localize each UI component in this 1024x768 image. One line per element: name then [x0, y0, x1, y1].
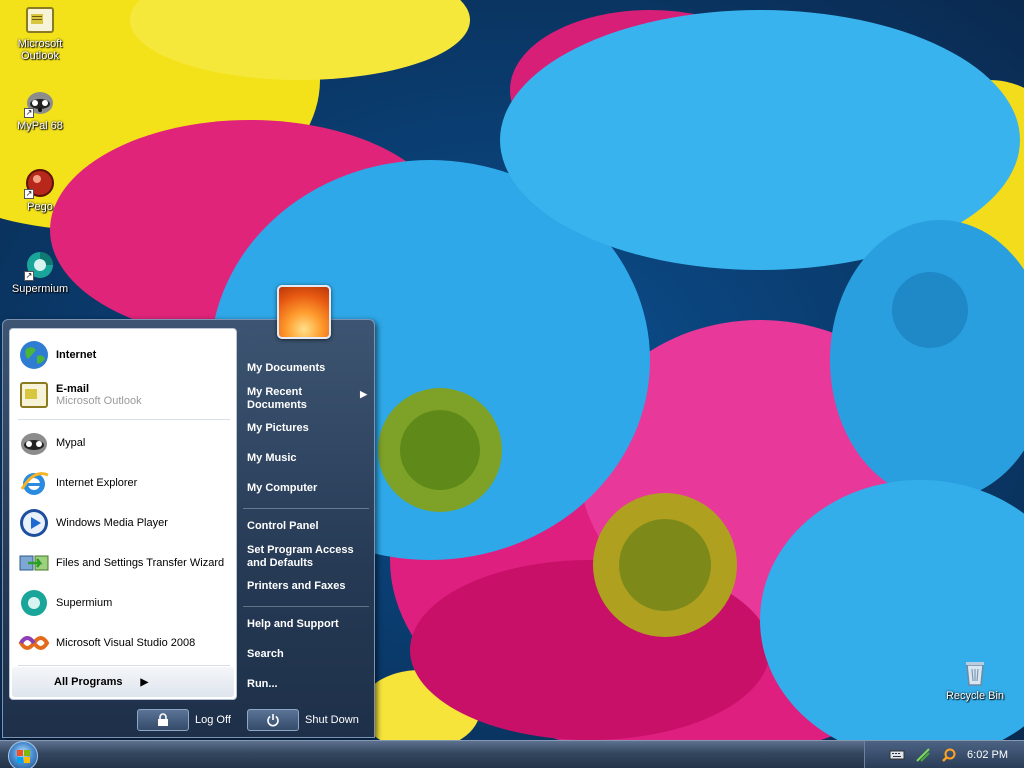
desktop-icon-label: Pego: [27, 201, 53, 213]
start-menu-programs-pane: Internet E-mail Microsoft Outlook Mypal …: [9, 328, 237, 700]
windows-logo-icon: [17, 750, 30, 763]
separator: [243, 508, 369, 509]
desktop-icon-label: MyPal 68: [17, 120, 63, 132]
start-item-transfer-wizard[interactable]: Files and Settings Transfer Wizard: [18, 545, 233, 581]
network-icon[interactable]: [915, 747, 931, 763]
start-right-label: Help and Support: [247, 618, 339, 630]
start-item-visual-studio[interactable]: Microsoft Visual Studio 2008: [18, 625, 233, 661]
arrow-right-icon: ▶: [140, 676, 149, 688]
start-item-sublabel: Microsoft Outlook: [56, 395, 142, 407]
start-right-my-recent-documents[interactable]: My Recent Documents ▶: [247, 386, 371, 412]
shut-down-label: Shut Down: [305, 714, 359, 726]
arrow-right-icon: ▶: [360, 389, 367, 399]
mypal-icon: ↗: [24, 86, 56, 118]
start-right-label: Set Program Access and Defaults: [247, 544, 354, 569]
start-right-my-pictures[interactable]: My Pictures: [247, 422, 371, 435]
start-right-label: My Pictures: [247, 422, 309, 434]
keyboard-icon[interactable]: [889, 747, 905, 763]
start-item-label: Files and Settings Transfer Wizard: [56, 557, 225, 569]
shut-down-button[interactable]: Shut Down: [247, 709, 359, 731]
transfer-wizard-icon: [18, 547, 50, 579]
shortcut-arrow-icon: ↗: [24, 108, 34, 118]
start-right-search[interactable]: Search: [247, 648, 371, 661]
start-right-label: Printers and Faxes: [247, 580, 346, 592]
system-tray: 6:02 PM: [864, 741, 1024, 768]
desktop-icon-outlook[interactable]: Microsoft Outlook: [3, 4, 77, 62]
log-off-label: Log Off: [195, 714, 231, 726]
start-right-label: Run...: [247, 678, 278, 690]
start-item-email[interactable]: E-mail Microsoft Outlook: [18, 377, 233, 413]
shortcut-arrow-icon: ↗: [24, 271, 34, 281]
start-right-label: My Recent Documents: [247, 386, 307, 411]
outlook-icon: [24, 4, 56, 36]
start-right-my-computer[interactable]: My Computer: [247, 482, 371, 495]
start-right-label: My Documents: [247, 362, 326, 374]
start-button[interactable]: [8, 741, 38, 768]
start-item-label: Windows Media Player: [56, 517, 168, 529]
power-icon: [247, 709, 299, 731]
separator: [243, 606, 369, 607]
start-item-internet-explorer[interactable]: Internet Explorer: [18, 465, 233, 501]
start-right-run[interactable]: Run...: [247, 678, 371, 691]
supermium-icon: ↗: [24, 249, 56, 281]
taskbar-clock[interactable]: 6:02 PM: [967, 749, 1008, 761]
log-off-button[interactable]: Log Off: [137, 709, 231, 731]
separator: [18, 419, 230, 420]
desktop-icon-recycle-bin[interactable]: Recycle Bin: [938, 656, 1012, 702]
all-programs-label: All Programs: [54, 676, 123, 688]
start-right-my-music[interactable]: My Music: [247, 452, 371, 465]
user-picture[interactable]: [277, 285, 331, 339]
supermium-icon: [18, 587, 50, 619]
outlook-icon: [18, 379, 50, 411]
visual-studio-icon: [18, 627, 50, 659]
start-right-control-panel[interactable]: Control Panel: [247, 520, 371, 533]
pego-icon: ↗: [24, 167, 56, 199]
start-right-printers-faxes[interactable]: Printers and Faxes: [247, 580, 371, 593]
start-item-supermium[interactable]: Supermium: [18, 585, 233, 621]
start-item-label: Internet: [56, 349, 97, 361]
start-item-internet[interactable]: Internet: [18, 337, 233, 373]
start-right-my-documents[interactable]: My Documents: [247, 362, 371, 375]
start-item-label: Microsoft Visual Studio 2008: [56, 637, 196, 649]
mypal-icon: [18, 427, 50, 459]
ie-icon: [18, 467, 50, 499]
globe-icon: [18, 339, 50, 371]
desktop-icon-supermium[interactable]: ↗ Supermium: [3, 249, 77, 295]
start-item-mypal[interactable]: Mypal: [18, 425, 233, 461]
start-right-help-support[interactable]: Help and Support: [247, 618, 371, 631]
desktop-icon-mypal[interactable]: ↗ MyPal 68: [3, 86, 77, 132]
start-item-label: Supermium: [56, 597, 113, 609]
taskbar: 6:02 PM: [0, 740, 1024, 768]
start-right-label: Control Panel: [247, 520, 319, 532]
separator: [18, 665, 230, 666]
shortcut-arrow-icon: ↗: [24, 189, 34, 199]
desktop-icon-label: Recycle Bin: [945, 690, 1005, 702]
recycle-bin-icon: [959, 656, 991, 688]
search-icon[interactable]: [941, 747, 957, 763]
desktop-icon-label: Supermium: [11, 283, 69, 295]
start-item-label: Mypal: [56, 437, 86, 449]
desktop-icon-pego[interactable]: ↗ Pego: [3, 167, 77, 213]
lock-icon: [137, 709, 189, 731]
all-programs-button[interactable]: All Programs ▶: [12, 667, 234, 697]
start-right-program-access[interactable]: Set Program Access and Defaults: [247, 544, 371, 570]
start-right-label: My Computer: [247, 482, 318, 494]
start-item-label: E-mail: [56, 383, 90, 395]
start-right-label: Search: [247, 648, 284, 660]
start-item-label: Internet Explorer: [56, 477, 138, 489]
start-menu: Internet E-mail Microsoft Outlook Mypal …: [2, 319, 375, 738]
start-item-windows-media-player[interactable]: Windows Media Player: [18, 505, 233, 541]
media-player-icon: [18, 507, 50, 539]
desktop-icon-label: Microsoft Outlook: [17, 38, 63, 62]
start-right-label: My Music: [247, 452, 297, 464]
